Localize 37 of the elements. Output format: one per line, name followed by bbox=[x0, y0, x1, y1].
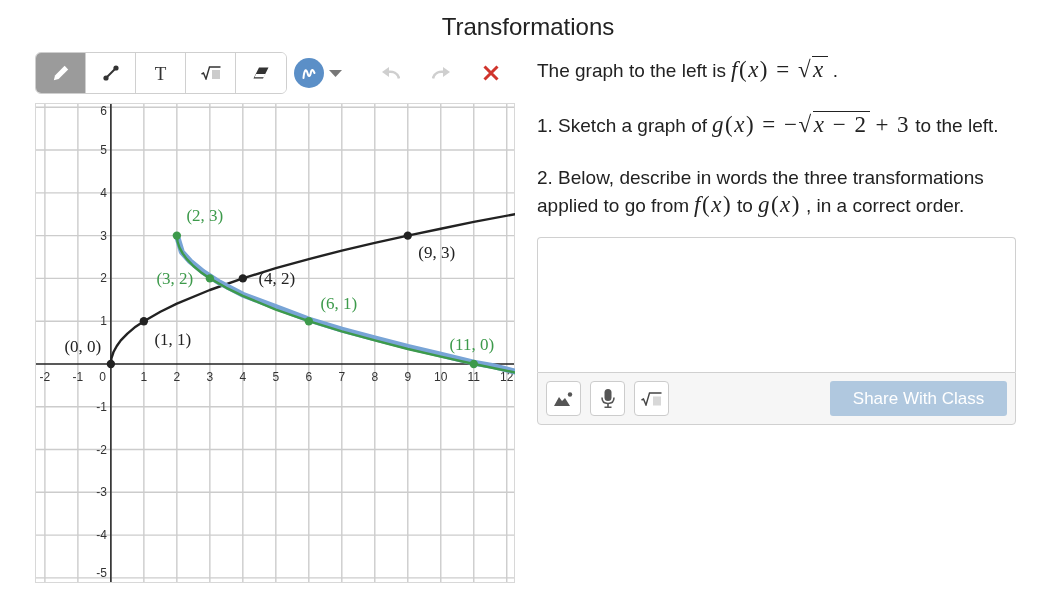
axis-tick-label: -4 bbox=[96, 528, 107, 543]
instruction-text: 1. Sketch a graph of g(x) = −√x − 2 + 3 to the left. bbox=[537, 111, 1000, 139]
axis-tick-label: 2 bbox=[173, 369, 181, 384]
instruction-text: The graph to the left is f(x) = √x . bbox=[537, 56, 840, 84]
point-label: (2, 3) bbox=[186, 206, 224, 226]
axis-tick-label: 2 bbox=[100, 271, 107, 286]
axis-tick-label: 5 bbox=[100, 143, 107, 158]
axis-tick-label: 5 bbox=[272, 369, 280, 384]
axis-tick-label: -2 bbox=[96, 442, 107, 457]
axis-tick-label: 3 bbox=[100, 228, 107, 243]
axis-tick-label: 1 bbox=[140, 369, 148, 384]
point-label: (9, 3) bbox=[418, 243, 456, 263]
point-label: (4, 2) bbox=[258, 268, 296, 288]
axis-tick-label: 9 bbox=[404, 369, 412, 384]
point-label: (0, 0) bbox=[64, 337, 102, 357]
axis-tick-label: 0 bbox=[99, 369, 106, 384]
axis-tick-label: -3 bbox=[96, 485, 107, 500]
axis-tick-label: 1 bbox=[100, 314, 107, 329]
axis-tick-label: 7 bbox=[338, 369, 346, 384]
axis-tick-label: -2 bbox=[39, 369, 51, 384]
axis-tick-label: 8 bbox=[371, 369, 379, 384]
point-label: (11, 0) bbox=[449, 335, 495, 355]
point-label: (6, 1) bbox=[320, 293, 358, 313]
axis-tick-label: 6 bbox=[100, 104, 107, 118]
axis-tick-label: -1 bbox=[72, 369, 84, 384]
axis-tick-label: 3 bbox=[206, 369, 214, 384]
axis-tick-label: 10 bbox=[434, 369, 448, 384]
axis-tick-label: 11 bbox=[467, 369, 480, 384]
axis-tick-label: 4 bbox=[239, 369, 247, 384]
axis-tick-label: 6 bbox=[305, 369, 313, 384]
page-title: Transformations bbox=[441, 12, 615, 42]
instruction-text: 2. Below, describe in words the three transformations applied to go from f(x) to g(x) , in a correct order. bbox=[537, 166, 985, 219]
axis-tick-label: -5 bbox=[96, 566, 107, 580]
point-label: (1, 1) bbox=[154, 329, 192, 349]
axis-tick-label: -1 bbox=[96, 399, 107, 414]
axis-tick-label: 4 bbox=[100, 185, 107, 200]
point-label: (3, 2) bbox=[156, 268, 194, 288]
